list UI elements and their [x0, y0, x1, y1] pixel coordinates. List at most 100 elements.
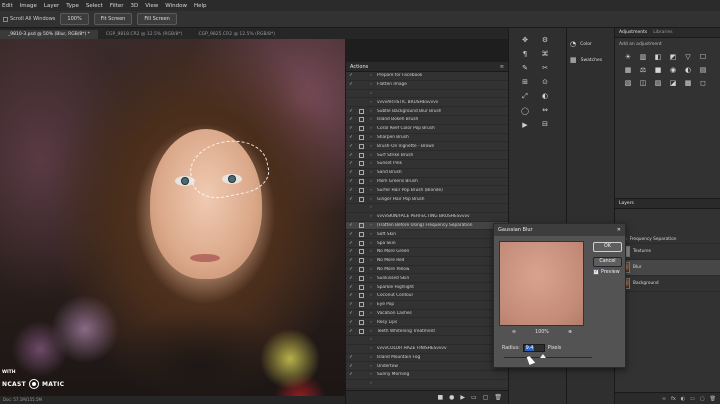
- expand-arrow-icon[interactable]: ›: [366, 153, 376, 158]
- tab-adjustments[interactable]: Adjustments: [619, 30, 647, 35]
- dialog-toggle-box[interactable]: [356, 258, 366, 264]
- expand-arrow-icon[interactable]: ›: [366, 302, 376, 307]
- trash-icon[interactable]: 🗑: [494, 394, 502, 401]
- expand-arrow-icon[interactable]: ›: [366, 381, 376, 386]
- adjustment-layer-icon[interactable]: ◐: [681, 396, 685, 402]
- action-toggle-check-icon[interactable]: ✓: [346, 232, 356, 237]
- panel-menu-icon[interactable]: ≡: [500, 64, 504, 70]
- layer-group-row[interactable]: ▾ ▭ Frequency Separation: [615, 235, 720, 244]
- action-row[interactable]: ✓ › Surf Strike Brush: [346, 151, 508, 160]
- action-row[interactable]: ›: [346, 380, 508, 389]
- expand-arrow-icon[interactable]: ›: [366, 135, 376, 140]
- scroll-all-windows-checkbox[interactable]: Scroll All Windows: [3, 16, 55, 22]
- fx-icon[interactable]: fx: [671, 396, 676, 402]
- expand-arrow-icon[interactable]: ›: [366, 249, 376, 254]
- adjustment-preset-icon[interactable]: ◫: [638, 79, 648, 87]
- tab-libraries[interactable]: Libraries: [653, 30, 672, 35]
- action-toggle-check-icon[interactable]: ✓: [346, 153, 356, 158]
- action-row[interactable]: ✓ › No More Red: [346, 257, 508, 266]
- menu-item-3d[interactable]: 3D: [130, 3, 138, 9]
- action-toggle-check-icon[interactable]: ✓: [346, 144, 356, 149]
- panel-tool-icon[interactable]: ⌘: [542, 50, 549, 58]
- action-row[interactable]: ✓ › Sunny Morning: [346, 371, 508, 380]
- menu-item-select[interactable]: Select: [86, 3, 103, 9]
- play-icon[interactable]: ▶: [460, 394, 465, 401]
- action-row[interactable]: ✓ › Island Mountain Fog: [346, 354, 508, 363]
- record-icon[interactable]: ●: [449, 394, 454, 401]
- panel-tool-icon[interactable]: ⊟: [542, 120, 548, 128]
- stop-icon[interactable]: ■: [437, 394, 443, 401]
- adjustment-preset-icon[interactable]: ◩: [668, 53, 678, 61]
- action-row[interactable]: ›: [346, 336, 508, 345]
- expand-arrow-icon[interactable]: ›: [366, 372, 376, 377]
- adjustment-preset-icon[interactable]: ◧: [653, 53, 663, 61]
- link-icon[interactable]: ∞: [662, 396, 666, 402]
- fill-screen-button[interactable]: Fill Screen: [137, 13, 177, 25]
- panel-tool-icon[interactable]: ✥: [522, 36, 528, 44]
- action-toggle-check-icon[interactable]: ✓: [346, 258, 356, 263]
- action-toggle-check-icon[interactable]: ✓: [346, 355, 356, 360]
- adjustment-preset-icon[interactable]: ☐: [698, 53, 708, 61]
- action-toggle-check-icon[interactable]: ✓: [346, 117, 356, 122]
- blur-preview-window[interactable]: [499, 241, 584, 326]
- action-toggle-check-icon[interactable]: ✓: [346, 197, 356, 202]
- menu-item-image[interactable]: Image: [20, 3, 37, 9]
- expand-arrow-icon[interactable]: ›: [366, 285, 376, 290]
- tab-document-2[interactable]: CGP_9818.CR2 @ 12.5% (RGB/8*): [98, 30, 191, 39]
- action-row[interactable]: ✓ › Sand Brush: [346, 169, 508, 178]
- action-toggle-check-icon[interactable]: ✓: [346, 135, 356, 140]
- expand-arrow-icon[interactable]: ›: [366, 117, 376, 122]
- expand-arrow-icon[interactable]: ›: [366, 205, 376, 210]
- action-toggle-check-icon[interactable]: ✓: [346, 311, 356, 316]
- tab-document-3[interactable]: CGP_9825.CR2 @ 12.5% (RGB/8*): [190, 30, 283, 39]
- adjustment-preset-icon[interactable]: ⚖: [638, 66, 648, 74]
- adjustment-preset-icon[interactable]: ☀: [623, 53, 633, 61]
- preview-checkbox[interactable]: ✓ Preview: [593, 269, 620, 275]
- action-row[interactable]: ›: [346, 204, 508, 213]
- menu-item-filter[interactable]: Filter: [110, 3, 124, 9]
- radius-slider-thumb[interactable]: [540, 354, 546, 358]
- dialog-toggle-box[interactable]: [356, 249, 366, 255]
- radius-input[interactable]: 9.4: [522, 344, 545, 352]
- expand-arrow-icon[interactable]: ›: [366, 100, 376, 105]
- dialog-toggle-box[interactable]: [356, 293, 366, 299]
- action-toggle-check-icon[interactable]: ✓: [346, 73, 356, 78]
- expand-arrow-icon[interactable]: ›: [366, 337, 376, 342]
- layer-row[interactable]: Textures: [615, 244, 720, 260]
- action-row[interactable]: ✓ › Prepare for Facebook: [346, 72, 508, 81]
- action-row[interactable]: › vvvvCOLOR HAZE FINISHESvvvv: [346, 345, 508, 354]
- expand-arrow-icon[interactable]: ›: [366, 364, 376, 369]
- expand-arrow-icon[interactable]: ›: [366, 276, 376, 281]
- adjustment-preset-icon[interactable]: ▥: [638, 53, 648, 61]
- expand-arrow-icon[interactable]: ›: [366, 329, 376, 334]
- action-row[interactable]: ✓ › Subtle Background Blur Brush: [346, 107, 508, 116]
- new-action-icon[interactable]: ▢: [483, 394, 489, 401]
- dialog-toggle-box[interactable]: [356, 310, 366, 316]
- action-row[interactable]: › vvvvSKIN/FACE PERFECTING BRUSHESvvvv: [346, 213, 508, 222]
- action-toggle-check-icon[interactable]: ✓: [346, 320, 356, 325]
- adjustment-preset-icon[interactable]: ■: [653, 66, 663, 74]
- dialog-toggle-box[interactable]: [356, 319, 366, 325]
- tab-document-1[interactable]: _9810-3.psd @ 50% (Blur, RGB/8*) *: [0, 30, 98, 39]
- dialog-toggle-box[interactable]: [356, 108, 366, 114]
- dialog-toggle-box[interactable]: [356, 266, 366, 272]
- dialog-toggle-box[interactable]: [356, 275, 366, 281]
- adjustment-preset-icon[interactable]: ▽: [683, 53, 693, 61]
- menu-item-view[interactable]: View: [145, 3, 158, 9]
- panel-tool-icon[interactable]: ⊙: [542, 78, 548, 86]
- action-row[interactable]: ✓ › Teeth Whitening Treatment: [346, 327, 508, 336]
- action-toggle-check-icon[interactable]: ✓: [346, 285, 356, 290]
- panel-tool-icon[interactable]: ¶: [523, 50, 527, 58]
- expand-arrow-icon[interactable]: ›: [366, 223, 376, 228]
- panel-tool-icon[interactable]: ▶: [522, 121, 527, 129]
- action-row[interactable]: ✓ › Soft Skin: [346, 230, 508, 240]
- cancel-button[interactable]: Cancel: [593, 257, 622, 267]
- expand-arrow-icon[interactable]: ›: [366, 346, 376, 351]
- action-toggle-check-icon[interactable]: ✓: [346, 109, 356, 114]
- expand-arrow-icon[interactable]: ›: [366, 91, 376, 96]
- action-row[interactable]: ✓ › Eye Pop: [346, 301, 508, 310]
- layer-row[interactable]: Background: [615, 276, 720, 292]
- action-row[interactable]: ✓ › Sunkissed Skin: [346, 274, 508, 284]
- dialog-toggle-box[interactable]: [356, 328, 366, 334]
- menu-item-layer[interactable]: Layer: [44, 3, 59, 9]
